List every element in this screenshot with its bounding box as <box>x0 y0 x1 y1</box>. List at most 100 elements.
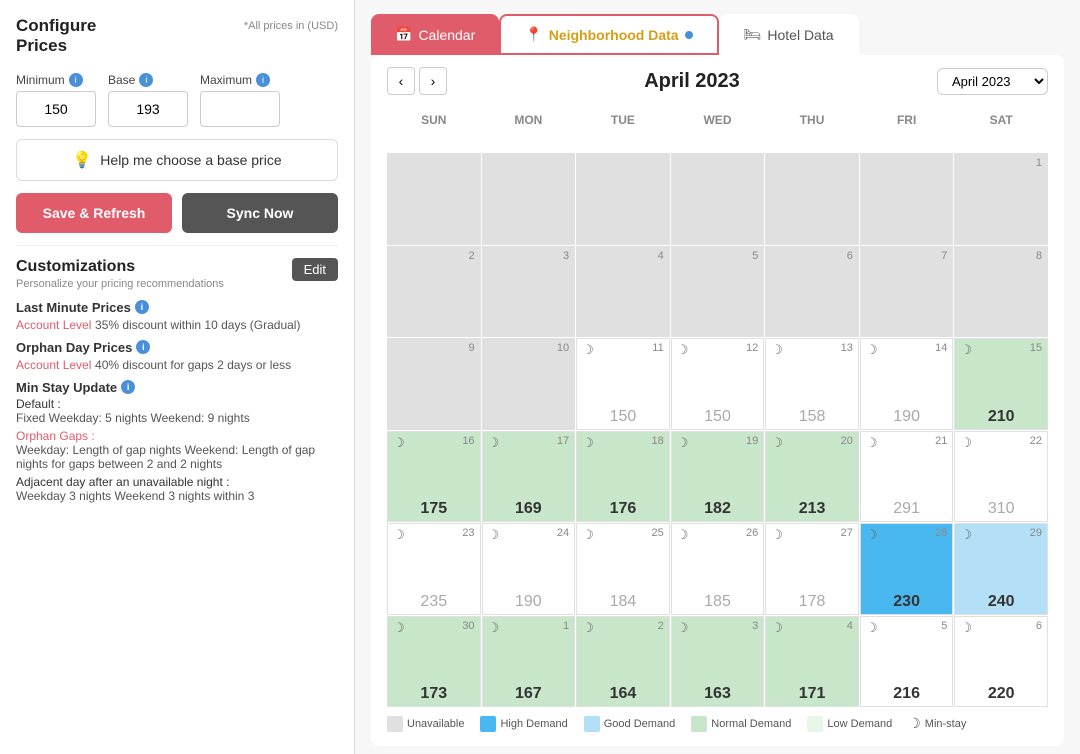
min-stay-info-icon[interactable]: i <box>121 380 135 394</box>
prices-note: *All prices in (USD) <box>244 20 338 32</box>
tab-hotel[interactable]: 🛏 Hotel Data <box>719 14 859 55</box>
calendar-cell[interactable]: ☽20213 <box>765 431 859 522</box>
cell-minstay-icon: ☽ <box>677 435 689 451</box>
divider <box>16 245 338 246</box>
legend-good-demand-box <box>584 716 600 732</box>
orphan-day-prices-section: Orphan Day Prices i Account Level 40% di… <box>16 340 338 372</box>
cell-minstay-icon: ☽ <box>677 342 689 358</box>
base-info-icon[interactable]: i <box>139 73 153 87</box>
base-input[interactable] <box>108 91 188 127</box>
cell-day-number: 2 <box>658 620 664 632</box>
cell-day-number: 9 <box>468 342 474 354</box>
calendar-cell[interactable]: ☽24190 <box>482 523 576 614</box>
calendar-cell[interactable]: ☽4171 <box>765 616 859 707</box>
tab-neighborhood[interactable]: 📍 Neighborhood Data <box>499 14 718 55</box>
calendar-cell[interactable]: ☽13158 <box>765 338 859 429</box>
cell-price: 175 <box>393 500 475 518</box>
calendar-cell[interactable]: 6 <box>765 246 859 337</box>
cell-minstay-icon: ☽ <box>677 620 689 636</box>
calendar-cell[interactable]: 4 <box>576 246 670 337</box>
maximum-input[interactable] <box>200 91 280 127</box>
calendar-grid: SUNMONTUEWEDTHUFRISAT12345678910☽11150☽1… <box>387 107 1048 707</box>
calendar-cell[interactable]: 7 <box>860 246 954 337</box>
calendar-cell[interactable]: ☽28230 <box>860 523 954 614</box>
calendar-cell[interactable]: ☽3163 <box>671 616 765 707</box>
calendar-cell[interactable]: ☽19182 <box>671 431 765 522</box>
bulb-icon: 💡 <box>72 150 92 170</box>
calendar-cell[interactable]: 3 <box>482 246 576 337</box>
last-minute-info-icon[interactable]: i <box>135 300 149 314</box>
calendar-cell[interactable]: ☽6220 <box>954 616 1048 707</box>
left-panel: Configure Prices *All prices in (USD) Mi… <box>0 0 355 754</box>
calendar-cell[interactable] <box>576 153 670 244</box>
calendar-cell[interactable]: ☽25184 <box>576 523 670 614</box>
calendar-cell[interactable]: 1 <box>954 153 1048 244</box>
calendar-icon: 📅 <box>395 26 412 43</box>
cell-price: 310 <box>960 500 1042 518</box>
help-base-price-button[interactable]: 💡 Help me choose a base price <box>16 139 338 181</box>
calendar-cell[interactable]: ☽27178 <box>765 523 859 614</box>
orphan-day-info-icon[interactable]: i <box>136 340 150 354</box>
calendar-cell[interactable]: 2 <box>387 246 481 337</box>
cell-day-number: 10 <box>557 342 569 354</box>
calendar-cell[interactable]: ☽22310 <box>954 431 1048 522</box>
tab-calendar[interactable]: 📅 Calendar <box>371 14 499 55</box>
min-stay-section: Min Stay Update i Default : Fixed Weekda… <box>16 380 338 503</box>
last-minute-prices-section: Last Minute Prices i Account Level 35% d… <box>16 300 338 332</box>
cell-price: 182 <box>677 500 759 518</box>
calendar-cell[interactable]: 5 <box>671 246 765 337</box>
cell-day-number: 21 <box>935 435 947 447</box>
cell-price: 185 <box>677 593 759 611</box>
orphan-day-title: Orphan Day Prices i <box>16 340 338 355</box>
cell-price: 291 <box>866 500 948 518</box>
calendar-cell[interactable]: ☽15210 <box>954 338 1048 429</box>
calendar-cell[interactable]: ☽18176 <box>576 431 670 522</box>
month-select[interactable]: April 2023 May 2023 March 2023 <box>937 68 1048 95</box>
cell-minstay-icon: ☽ <box>771 342 783 358</box>
calendar-cell[interactable]: ☽21291 <box>860 431 954 522</box>
calendar-cell[interactable] <box>671 153 765 244</box>
cell-price: 240 <box>960 593 1042 611</box>
cell-day-number: 30 <box>462 620 474 632</box>
cell-day-number: 12 <box>746 342 758 354</box>
edit-button[interactable]: Edit <box>292 258 338 281</box>
minimum-input[interactable] <box>16 91 96 127</box>
calendar-cell[interactable]: ☽26185 <box>671 523 765 614</box>
calendar-cell[interactable]: 8 <box>954 246 1048 337</box>
calendar-cell[interactable] <box>482 153 576 244</box>
calendar-cell[interactable] <box>387 153 481 244</box>
calendar-cell[interactable]: ☽5216 <box>860 616 954 707</box>
minimum-info-icon[interactable]: i <box>69 73 83 87</box>
calendar-cell[interactable]: ☽16175 <box>387 431 481 522</box>
calendar-cell[interactable]: ☽30173 <box>387 616 481 707</box>
min-stay-orphan: Orphan Gaps : Weekday: Length of gap nig… <box>16 429 338 471</box>
calendar-cell[interactable]: ☽23235 <box>387 523 481 614</box>
calendar-cell[interactable] <box>765 153 859 244</box>
tab-neighborhood-label: Neighborhood Data <box>549 27 679 43</box>
calendar-cell[interactable]: 9 <box>387 338 481 429</box>
cell-price: 150 <box>582 408 664 426</box>
calendar-cell[interactable]: ☽17169 <box>482 431 576 522</box>
cell-day-number: 22 <box>1030 435 1042 447</box>
cell-day-number: 17 <box>557 435 569 447</box>
calendar-cell[interactable]: ☽12150 <box>671 338 765 429</box>
calendar-cell[interactable] <box>860 153 954 244</box>
calendar-cell[interactable]: ☽11150 <box>576 338 670 429</box>
save-refresh-button[interactable]: Save & Refresh <box>16 193 172 233</box>
calendar-cell[interactable]: ☽14190 <box>860 338 954 429</box>
cell-day-number: 18 <box>651 435 663 447</box>
customizations-header: Customizations Personalize your pricing … <box>16 258 338 290</box>
calendar-cell[interactable]: 10 <box>482 338 576 429</box>
cell-day-number: 2 <box>468 250 474 262</box>
next-month-button[interactable]: › <box>419 67 447 95</box>
cell-price: 171 <box>771 685 853 703</box>
calendar-cell[interactable]: ☽2164 <box>576 616 670 707</box>
cell-price: 210 <box>960 408 1042 426</box>
calendar-cell[interactable]: ☽1167 <box>482 616 576 707</box>
sync-now-button[interactable]: Sync Now <box>182 193 338 233</box>
calendar-nav: ‹ › <box>387 67 447 95</box>
legend-high-demand: High Demand <box>480 716 567 732</box>
maximum-info-icon[interactable]: i <box>256 73 270 87</box>
calendar-cell[interactable]: ☽29240 <box>954 523 1048 614</box>
prev-month-button[interactable]: ‹ <box>387 67 415 95</box>
